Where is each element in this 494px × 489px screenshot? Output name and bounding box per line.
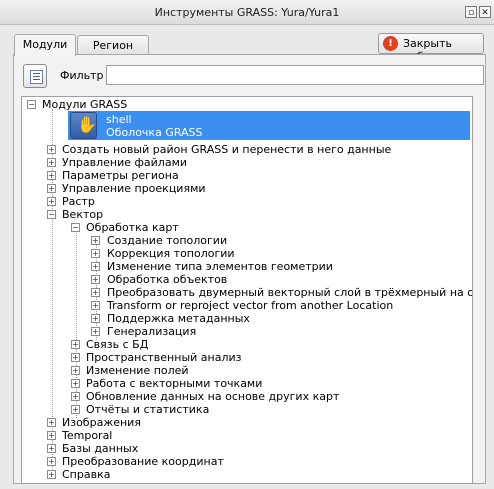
tree-item-label: Обработка объектов <box>107 273 228 286</box>
tree-item-label: Изменение полей <box>86 364 189 377</box>
shell-description: Оболочка GRASS <box>106 126 203 139</box>
expand-icon[interactable]: + <box>91 301 100 310</box>
grass-tools-window: Инструменты GRASS: Yura/Yura1 ▫ ✕ Модули… <box>0 0 494 489</box>
tree-item-label: Управление проекциями <box>62 182 206 195</box>
shell-name: shell <box>106 113 132 126</box>
expand-icon[interactable]: + <box>71 392 80 401</box>
expand-icon[interactable]: + <box>71 379 80 388</box>
expand-icon[interactable]: + <box>47 197 56 206</box>
filter-label: Фильтр <box>60 69 104 82</box>
expand-icon[interactable]: + <box>71 366 80 375</box>
expand-icon[interactable]: + <box>91 249 100 258</box>
tree-item-label: Параметры региона <box>62 169 179 182</box>
tree-item-label: Создать новый район GRASS и перенести в … <box>62 143 392 156</box>
expand-icon[interactable]: + <box>47 184 56 193</box>
filter-icon[interactable] <box>23 64 47 88</box>
expand-icon[interactable]: + <box>91 275 100 284</box>
tree-item-label: Управление файлами <box>62 156 188 169</box>
tree-item-label: Обновление данных на основе других карт <box>86 390 340 403</box>
expand-icon[interactable]: + <box>47 171 56 180</box>
expand-icon[interactable]: + <box>47 470 56 479</box>
filter-input[interactable] <box>106 65 484 85</box>
expand-icon[interactable]: + <box>71 405 80 414</box>
tab-region[interactable]: Регион <box>77 35 149 55</box>
window-title: Инструменты GRASS: Yura/Yura1 <box>154 6 340 19</box>
tree-item-label: Генерализация <box>107 325 197 338</box>
expand-icon[interactable]: + <box>91 327 100 336</box>
tree-item-label: Преобразование координат <box>62 455 224 468</box>
collapse-icon[interactable]: − <box>47 210 56 219</box>
tree-item-label: Вектор <box>62 208 104 221</box>
expand-icon[interactable]: + <box>71 353 80 362</box>
collapse-icon[interactable]: − <box>27 100 36 109</box>
expand-icon[interactable]: + <box>71 340 80 349</box>
tree-item-label: Изображения <box>62 416 141 429</box>
tree-item-label: Растр <box>62 195 95 208</box>
tree-item-label: Работа с векторными точками <box>86 377 263 390</box>
shell-icon: ✋ <box>70 112 97 139</box>
tree-item-label: Связь с БД <box>86 338 149 351</box>
tree-root-label: Модули GRASS <box>42 98 128 111</box>
tree-item-label: Коррекция топологии <box>107 247 235 260</box>
expand-icon[interactable]: + <box>47 158 56 167</box>
tree-item-label: Базы данных <box>62 442 139 455</box>
expand-icon[interactable]: + <box>47 418 56 427</box>
tree-item-label: Создание топологии <box>107 234 228 247</box>
modules-tree[interactable]: − Модули GRASS ✋ shell Оболочка GRASS + … <box>21 96 473 484</box>
tab-modules[interactable]: Модули <box>14 34 76 56</box>
float-icon[interactable]: ▫ <box>465 6 477 18</box>
tab-modules-label: Модули <box>22 38 68 51</box>
tree-item-label: Temporal <box>62 429 113 442</box>
close-icon[interactable]: ✕ <box>479 6 491 18</box>
expand-icon[interactable]: + <box>91 314 100 323</box>
collapse-icon[interactable]: − <box>71 223 80 232</box>
expand-icon[interactable]: + <box>91 288 100 297</box>
tree-item-label: Справка <box>62 468 111 481</box>
tree-item-label: Transform or reproject vector from anoth… <box>107 299 394 312</box>
tree-item-label: Поддержка метаданных <box>107 312 250 325</box>
tree-item-label: Обработка карт <box>86 221 179 234</box>
expand-icon[interactable]: + <box>91 236 100 245</box>
expand-icon[interactable]: + <box>91 262 100 271</box>
tree-item-label: Отчёты и статистика <box>86 403 210 416</box>
tree-item-label: Изменение типа элементов геометрии <box>107 260 333 273</box>
expand-icon[interactable]: + <box>47 145 56 154</box>
expand-icon[interactable]: + <box>47 431 56 440</box>
document-icon <box>30 70 43 84</box>
tree-item-label: Преобразовать двумерный векторный слой в… <box>107 286 472 299</box>
expand-icon[interactable]: + <box>47 457 56 466</box>
close-set-button[interactable]: ! Закрыть набор <box>378 33 484 63</box>
title-bar[interactable]: Инструменты GRASS: Yura/Yura1 ▫ ✕ <box>0 0 494 25</box>
tree-item-label: Пространственный анализ <box>86 351 242 364</box>
expand-icon[interactable]: + <box>47 444 56 453</box>
tab-region-label: Регион <box>92 39 134 52</box>
stop-icon: ! <box>383 36 398 51</box>
